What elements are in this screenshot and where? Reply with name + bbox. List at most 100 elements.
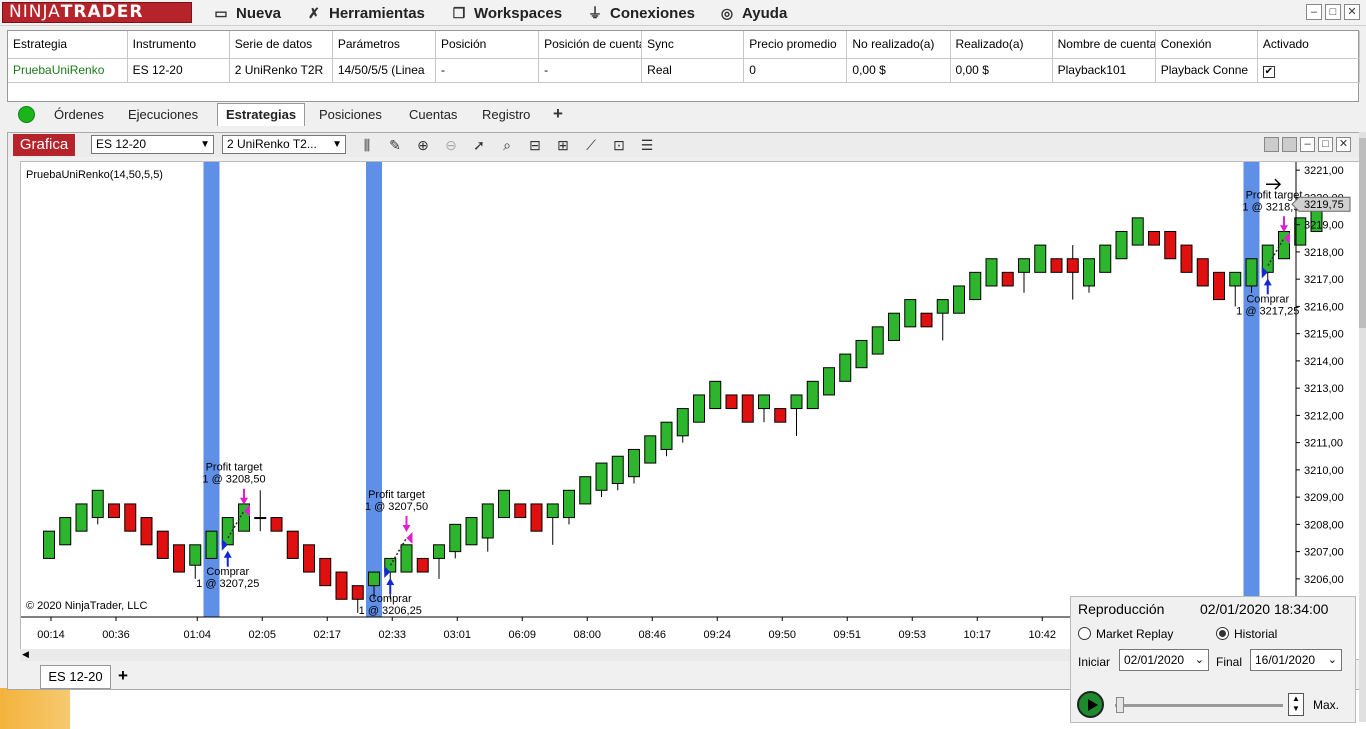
draw-tool-icon[interactable]: ✎ bbox=[385, 135, 405, 155]
table-cell: PruebaUniRenko bbox=[8, 58, 128, 83]
speed-label: Max. bbox=[1313, 698, 1340, 712]
vertical-scroll-thumb[interactable] bbox=[1359, 138, 1366, 328]
menu-nueva[interactable]: ▭ Nueva bbox=[212, 3, 281, 23]
spin-up-icon[interactable]: ▲ bbox=[1289, 694, 1303, 704]
menu-ayuda[interactable]: ◎ Ayuda bbox=[718, 3, 787, 23]
minimize-icon[interactable]: – bbox=[1300, 137, 1315, 152]
candle-body bbox=[660, 421, 673, 450]
radio-market-replay[interactable]: Market Replay bbox=[1078, 627, 1173, 641]
column-header[interactable]: Realizado(a) bbox=[950, 31, 1053, 59]
profit-target-price-label: 1 @ 3207,50 bbox=[365, 501, 428, 513]
candle-body bbox=[221, 517, 234, 546]
tab-cuentas[interactable]: Cuentas bbox=[400, 103, 466, 126]
tab-ejecuciones[interactable]: Ejecuciones bbox=[119, 103, 207, 126]
column-header[interactable]: Sync bbox=[641, 31, 745, 59]
chart-title: Grafica bbox=[13, 134, 75, 156]
chevron-down-icon: ⌄ bbox=[1327, 654, 1337, 666]
properties-list-icon[interactable]: ☰ bbox=[637, 135, 657, 155]
current-price-label: 3219,75 bbox=[1304, 199, 1344, 211]
instrument-select[interactable]: ES 12-20 ▼ bbox=[91, 135, 214, 154]
maximize-icon[interactable]: □ bbox=[1325, 4, 1341, 20]
column-header[interactable]: Instrumento bbox=[127, 31, 230, 59]
zoom-in-icon[interactable]: ⊕ bbox=[413, 135, 433, 155]
column-header[interactable]: Precio promedio bbox=[743, 31, 848, 59]
candle-body bbox=[676, 408, 689, 437]
tab-posiciones[interactable]: Posiciones bbox=[310, 103, 391, 126]
exit-marker-icon bbox=[406, 531, 413, 544]
column-header[interactable]: Conexión bbox=[1155, 31, 1258, 59]
instrument-link-button[interactable] bbox=[1282, 137, 1297, 152]
x-tick-label: 00:36 bbox=[102, 629, 130, 641]
series-select[interactable]: 2 UniRenko T2... ▼ bbox=[222, 135, 346, 154]
zoom-out-icon[interactable]: ⊖ bbox=[441, 135, 461, 155]
copyright-label: © 2020 NinjaTrader, LLC bbox=[26, 600, 147, 612]
horizontal-scrollbar[interactable]: ◀ bbox=[20, 649, 1090, 661]
column-header[interactable]: Posición de cuenta bbox=[538, 31, 643, 59]
candle-body bbox=[1148, 230, 1160, 246]
scroll-left-icon[interactable]: ◀ bbox=[20, 649, 29, 659]
x-tick-label: 01:04 bbox=[183, 629, 211, 641]
tab-ordenes[interactable]: Órdenes bbox=[45, 103, 113, 126]
pointer-icon[interactable]: ➚ bbox=[469, 135, 489, 155]
x-tick-label: 09:51 bbox=[833, 629, 861, 641]
column-header[interactable]: No realizado(a) bbox=[846, 31, 951, 59]
column-header[interactable]: Nombre de cuenta bbox=[1052, 31, 1156, 59]
maximize-icon[interactable]: □ bbox=[1318, 137, 1333, 152]
play-button[interactable] bbox=[1077, 691, 1104, 718]
tab-registro[interactable]: Registro bbox=[473, 103, 539, 126]
indicators-icon[interactable]: ⊞ bbox=[553, 135, 573, 155]
add-tab-button[interactable]: + bbox=[553, 104, 563, 124]
data-box-icon[interactable]: ⌕ bbox=[497, 135, 517, 155]
radio-historial[interactable]: Historial bbox=[1216, 627, 1277, 641]
speed-spinner[interactable]: ▲ ▼ bbox=[1288, 693, 1304, 716]
activado-checkbox[interactable]: ✔ bbox=[1262, 65, 1275, 78]
end-date-select[interactable]: 16/01/2020 ⌄ bbox=[1250, 649, 1342, 671]
candle-body bbox=[644, 435, 657, 464]
column-header[interactable]: Parámetros bbox=[332, 31, 436, 59]
tab-estrategias[interactable]: Estrategias bbox=[217, 103, 306, 126]
connection-status-icon bbox=[18, 106, 35, 123]
table-cell: 0 bbox=[743, 58, 848, 83]
candle-body bbox=[920, 312, 933, 328]
link-button[interactable] bbox=[1264, 137, 1279, 152]
chart-trader-icon[interactable]: ⊟ bbox=[525, 135, 545, 155]
playback-speed-slider[interactable] bbox=[1115, 704, 1283, 707]
candle-body bbox=[839, 353, 852, 382]
close-icon[interactable]: ✕ bbox=[1344, 4, 1360, 20]
strategies-icon[interactable]: ⟋ bbox=[581, 135, 601, 155]
column-header[interactable]: Serie de datos bbox=[229, 31, 333, 59]
y-tick-label: 3211,00 bbox=[1304, 438, 1343, 450]
radio-selected-icon bbox=[1216, 627, 1229, 640]
column-header[interactable]: Estrategia bbox=[8, 31, 128, 59]
add-chart-tab-button[interactable]: + bbox=[118, 666, 128, 686]
y-tick-label: 3206,00 bbox=[1304, 574, 1344, 586]
bars-type-icon[interactable]: ⫼ bbox=[357, 135, 377, 155]
help-icon: ◎ bbox=[720, 5, 734, 21]
spin-down-icon[interactable]: ▼ bbox=[1289, 704, 1303, 714]
slider-thumb[interactable] bbox=[1116, 697, 1124, 713]
candle-body bbox=[936, 299, 949, 314]
snapshot-icon[interactable]: ⊡ bbox=[609, 135, 629, 155]
tab-es-12-20[interactable]: ES 12-20 bbox=[40, 665, 111, 689]
candle-body bbox=[303, 544, 315, 573]
menu-conexiones[interactable]: ⏚ Conexiones bbox=[586, 3, 695, 23]
close-icon[interactable]: ✕ bbox=[1336, 137, 1351, 152]
chart-plot-area[interactable]: Comprar 1 @ 3207,25 Profit target 1 @ 3208,… bbox=[20, 161, 1361, 660]
candle-body bbox=[1131, 217, 1144, 246]
start-date-select[interactable]: 02/01/2020 ⌄ bbox=[1119, 649, 1209, 671]
chart-svg: Comprar1 @ 3207,25Profit target1 @ 3208,… bbox=[21, 162, 1351, 641]
column-header[interactable]: Activado bbox=[1257, 31, 1361, 59]
menu-herramientas[interactable]: ✗ Herramientas bbox=[305, 3, 425, 23]
buy-label: Comprar bbox=[206, 566, 249, 578]
table-row[interactable]: PruebaUniRenko ES 12-20 2 UniRenko T2R 14/5… bbox=[8, 58, 1361, 83]
candle-body bbox=[774, 408, 787, 423]
candle-body bbox=[368, 571, 380, 587]
minimize-icon[interactable]: – bbox=[1306, 4, 1322, 20]
menu-workspaces[interactable]: ❐ Workspaces bbox=[450, 3, 562, 23]
candle-body bbox=[1083, 258, 1095, 287]
column-header[interactable]: Posición bbox=[435, 31, 540, 59]
candle-body bbox=[530, 503, 543, 532]
candle-body bbox=[579, 476, 592, 505]
y-tick-label: 3208,00 bbox=[1304, 519, 1344, 531]
background-accent bbox=[0, 688, 70, 729]
